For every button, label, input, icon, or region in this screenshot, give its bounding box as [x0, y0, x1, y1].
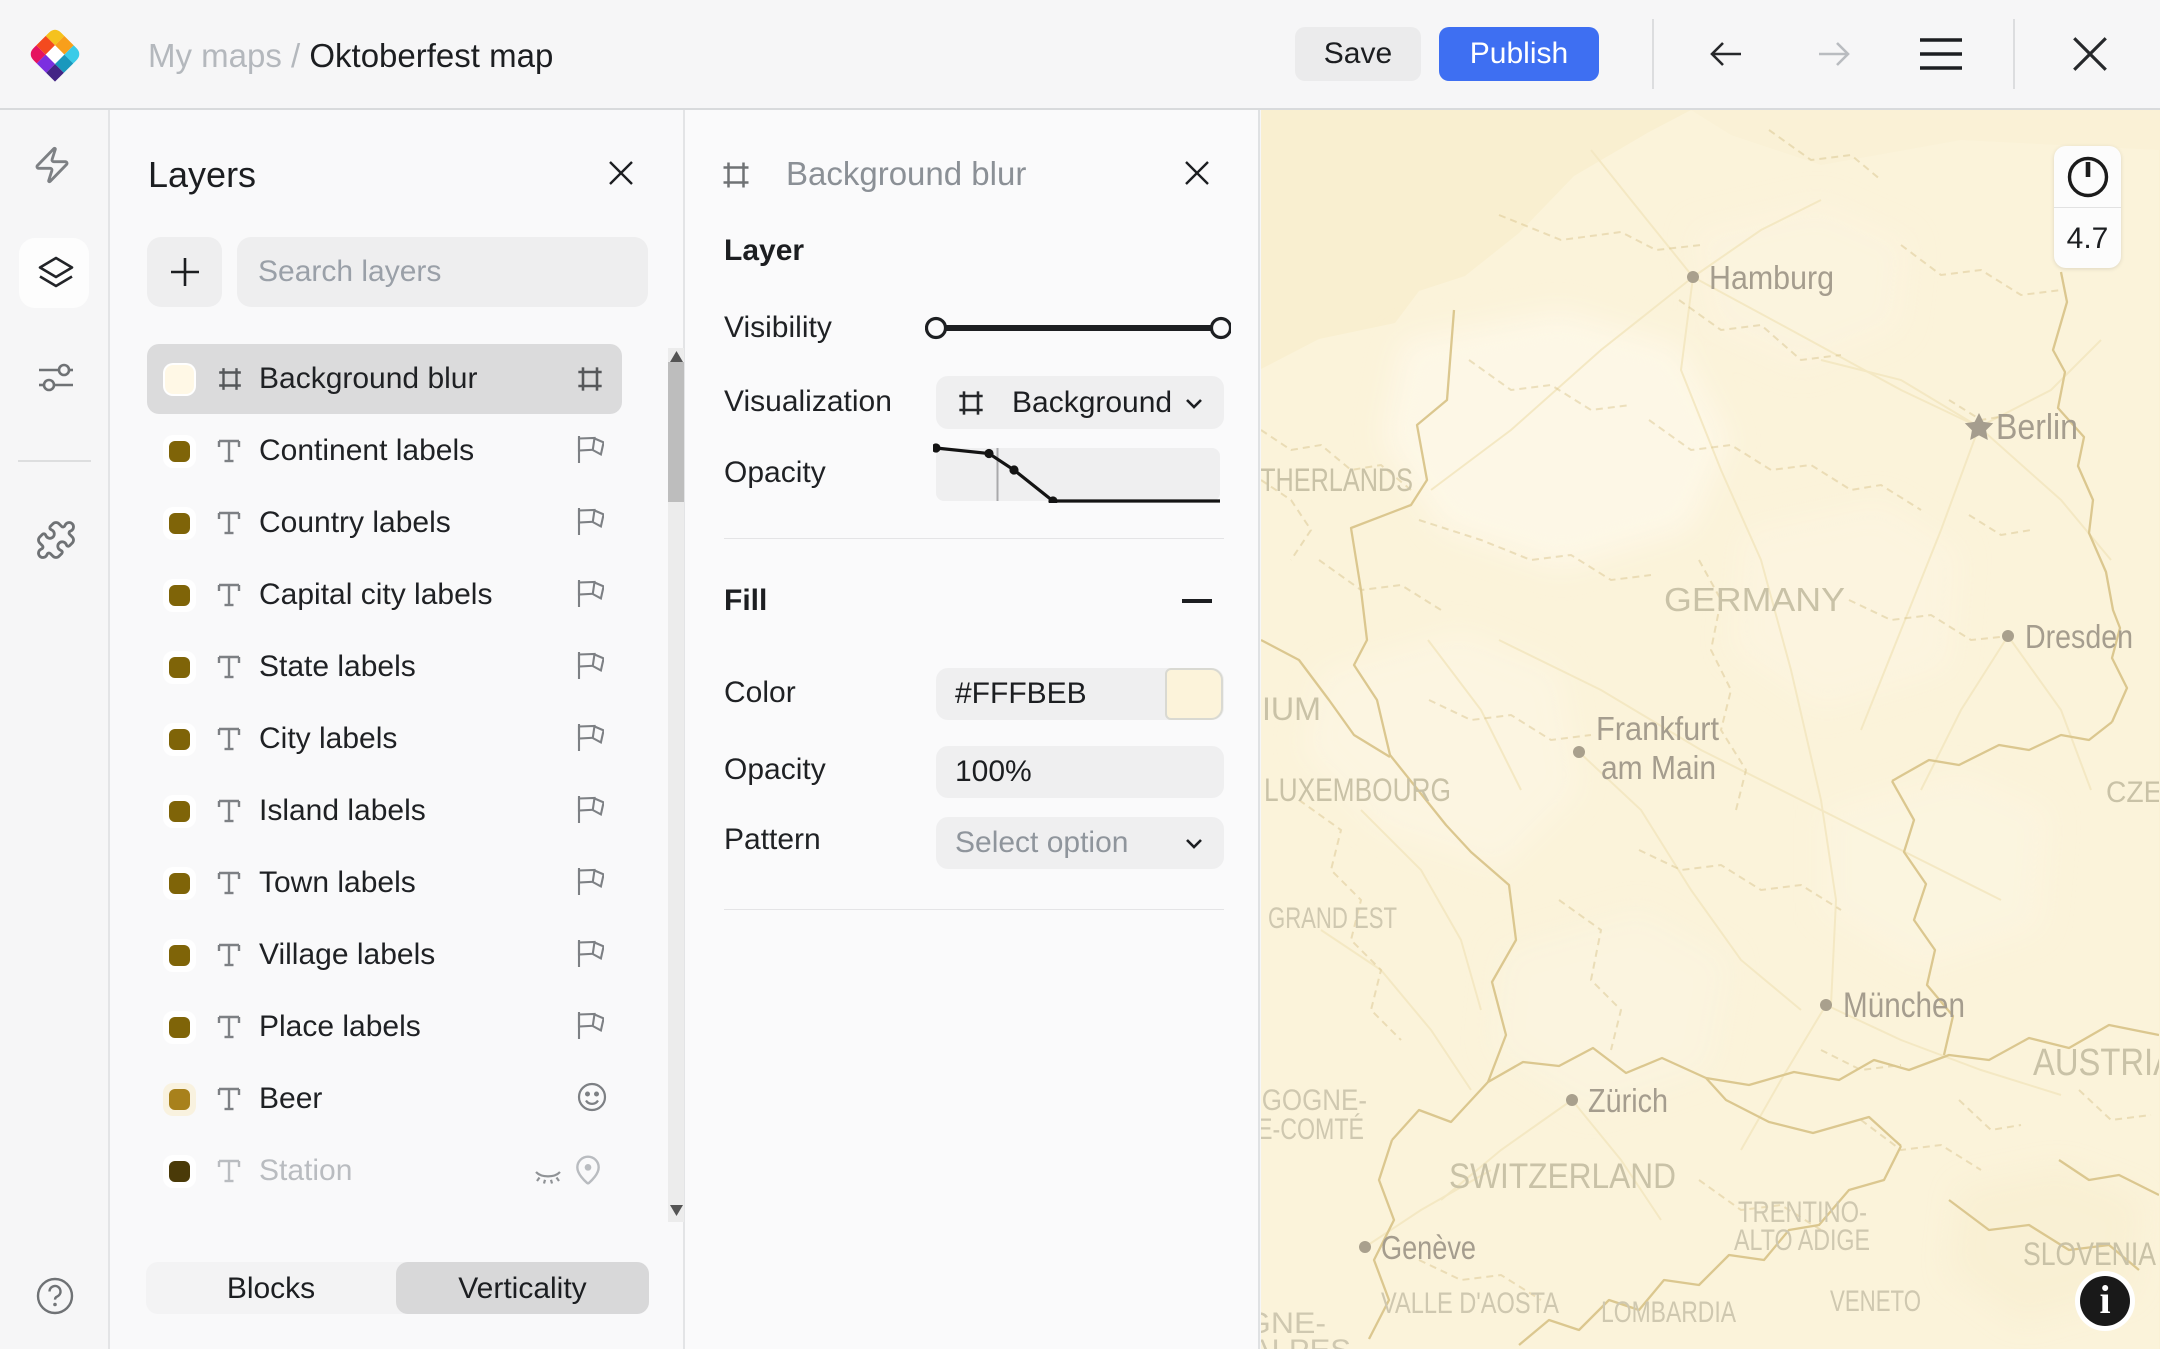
svg-text:LOMBARDIA: LOMBARDIA — [1601, 1296, 1736, 1329]
svg-text:AUSTRIA: AUSTRIA — [2033, 1042, 2159, 1084]
svg-text:E-COMTÉ: E-COMTÉ — [1261, 1113, 1364, 1146]
svg-text:Zürich: Zürich — [1588, 1082, 1668, 1119]
svg-text:Hamburg: Hamburg — [1709, 259, 1834, 296]
svg-text:ALPES: ALPES — [1261, 1334, 1351, 1349]
svg-text:München: München — [1843, 986, 1965, 1025]
svg-text:am Main: am Main — [1601, 749, 1716, 786]
svg-text:BELGIUM: BELGIUM — [1261, 691, 1321, 727]
svg-text:CZECHIA: CZECHIA — [2106, 776, 2159, 809]
svg-text:LUXEMBOURG: LUXEMBOURG — [1264, 772, 1451, 808]
svg-text:SLOVENIA: SLOVENIA — [2023, 1236, 2157, 1272]
svg-text:Dresden: Dresden — [2025, 618, 2133, 655]
svg-text:VENETO: VENETO — [1830, 1285, 1921, 1318]
svg-text:NETHERLANDS: NETHERLANDS — [1261, 462, 1413, 498]
svg-text:VALLE D'AOSTA: VALLE D'AOSTA — [1381, 1287, 1559, 1320]
svg-text:Frankfurt: Frankfurt — [1596, 710, 1719, 747]
svg-text:Berlin: Berlin — [1996, 406, 2078, 447]
svg-text:Genève: Genève — [1381, 1229, 1476, 1266]
svg-text:SWITZERLAND: SWITZERLAND — [1449, 1157, 1676, 1196]
svg-text:GERMANY: GERMANY — [1664, 581, 1845, 618]
svg-text:ALTO ADIGE: ALTO ADIGE — [1734, 1224, 1870, 1257]
svg-text:GRAND EST: GRAND EST — [1268, 902, 1397, 935]
